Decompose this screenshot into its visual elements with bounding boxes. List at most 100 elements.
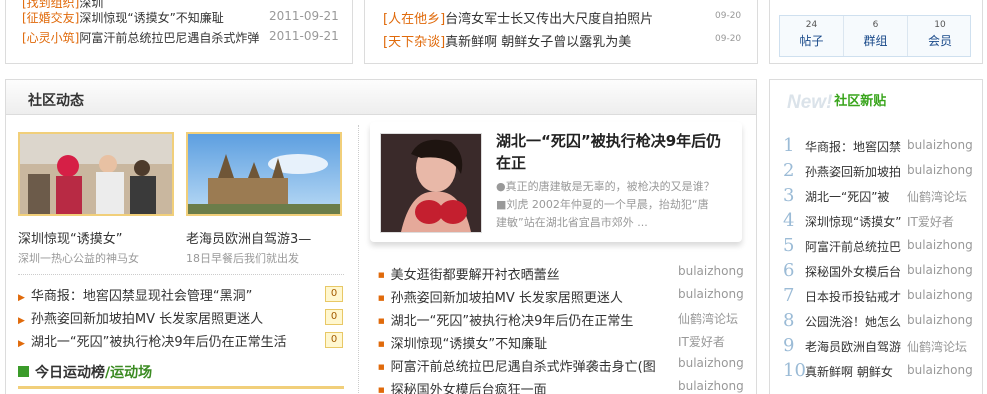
rank-number: 10 [783, 360, 806, 381]
category-tag[interactable]: [人在他乡] [383, 12, 445, 27]
item-author[interactable]: bulaizhong [678, 379, 744, 393]
rank-number: 9 [783, 335, 795, 356]
bullet-icon: ■ [378, 363, 385, 371]
item-title[interactable]: 湖北一“死囚”被执行枪决9年后仍在正常生 [391, 314, 634, 329]
list-item[interactable]: ■ 探秘国外女模后台疯狂一面 bulaizhong [378, 379, 744, 394]
item-author[interactable]: bulaizhong [907, 238, 973, 252]
item-title[interactable]: 阿富汗前总统拉巴 [805, 240, 901, 254]
item-author[interactable]: bulaizhong [907, 138, 973, 152]
grid-icon [18, 366, 29, 377]
new-post-item[interactable]: 8 公园洗浴！她怎么 bulaizhong [783, 310, 973, 331]
category-tag[interactable]: [心灵小筑] [22, 31, 79, 45]
list-item[interactable]: ■ 深圳惊现“诱摸女”不知廉耻 IT爱好者 [378, 333, 725, 352]
item-author[interactable]: bulaizhong [907, 163, 973, 177]
photo-caption[interactable]: 深圳惊现“诱摸女” [18, 228, 122, 247]
list-item[interactable]: ▶ 孙燕姿回新加坡拍MV 长发家居照更迷人 [18, 308, 263, 327]
list-item[interactable]: ■ 美女逛街都要解开衬衣晒蕾丝 bulaizhong [378, 264, 744, 283]
item-title[interactable]: 美女逛街都要解开衬衣晒蕾丝 [391, 268, 560, 283]
stat-number: 10 [934, 20, 946, 30]
category-tag[interactable]: [天下杂谈] [383, 35, 445, 50]
reply-count-badge: 0 [325, 332, 343, 348]
item-title[interactable]: 深圳惊现“诱摸女” [805, 215, 901, 229]
item-title[interactable]: 真新鲜啊 朝鲜女 [805, 365, 893, 379]
new-post-item[interactable]: 5 阿富汗前总统拉巴 bulaizhong [783, 235, 973, 256]
photo-caption[interactable]: 老海员欧洲自驾游3— [186, 228, 311, 247]
item-author[interactable]: bulaizhong [907, 363, 973, 377]
item-title[interactable]: 公园洗浴！她怎么 [805, 315, 901, 329]
item-author[interactable]: 仙鹤湾论坛 [907, 338, 967, 355]
arrow-icon: ▶ [18, 339, 25, 349]
thread-date: 2011-09-21 [269, 29, 339, 43]
item-author[interactable]: bulaizhong [678, 264, 744, 278]
stat-label[interactable]: 群组 [844, 32, 907, 49]
new-post-item[interactable]: 1 华商报：地窖囚禁 bulaizhong [783, 135, 973, 156]
item-title[interactable]: 老海员欧洲自驾游 [805, 340, 901, 354]
stat-groups[interactable]: 6 群组 [844, 16, 908, 56]
photo-summary: 深圳一热心公益的神马女 [18, 252, 139, 265]
item-author[interactable]: 仙鹤湾论坛 [678, 310, 738, 327]
item-title[interactable]: 深圳惊现“诱摸女”不知廉耻 [391, 337, 547, 352]
bullet-icon: ■ [378, 340, 385, 348]
thread-title[interactable]: 阿富汗前总统拉巴尼遇自杀式炸弹 [79, 31, 259, 45]
ranking-underline [18, 386, 344, 389]
new-post-item[interactable]: 9 老海员欧洲自驾游 仙鹤湾论坛 [783, 335, 967, 356]
reply-count-badge: 0 [325, 286, 343, 302]
item-author[interactable]: bulaizhong [907, 263, 973, 277]
item-title[interactable]: 孙燕姿回新加坡拍MV 长发家居照更迷人 [391, 291, 623, 306]
new-posts-title: 社区新贴 [834, 94, 887, 109]
list-item[interactable]: ■ 阿富汗前总统拉巴尼遇自杀式炸弹袭击身亡(图 bulaizhong [378, 356, 744, 375]
item-author[interactable]: bulaizhong [678, 287, 744, 301]
list-item[interactable]: ■ 湖北一“死囚”被执行枪决9年后仍在正常生 仙鹤湾论坛 [378, 310, 738, 329]
list-item[interactable]: ▶ 华商报：地窖囚禁显现社会管理“黑洞” [18, 285, 252, 304]
feature-thumbnail[interactable] [380, 133, 482, 233]
item-title[interactable]: 日本投币投钻戒才 [805, 290, 901, 304]
item-title[interactable]: 探秘国外女模后台 [805, 265, 901, 279]
top-left-row[interactable]: [心灵小筑]阿富汗前总统拉巴尼遇自杀式炸弹 2011-09-21 [22, 29, 339, 46]
rank-number: 5 [783, 235, 795, 256]
top-mid-row[interactable]: [人在他乡]台湾女军士长又传出大尺度自拍照片 09-20 [383, 8, 741, 27]
list-item[interactable]: ■ 孙燕姿回新加坡拍MV 长发家居照更迷人 bulaizhong [378, 287, 744, 306]
top-mid-row[interactable]: [天下杂谈]真新鲜啊 朝鲜女子曾以露乳为美 09-20 [383, 31, 741, 50]
category-tag[interactable]: [征婚交友] [22, 11, 79, 25]
stat-label[interactable]: 会员 [908, 32, 972, 49]
item-title[interactable]: 阿富汗前总统拉巴尼遇自杀式炸弹袭击身亡(图 [391, 360, 656, 375]
stat-members[interactable]: 10 会员 [908, 16, 972, 56]
rank-number: 6 [783, 260, 795, 281]
item-title[interactable]: 华商报：地窖囚禁 [805, 140, 901, 154]
item-author[interactable]: 仙鹤湾论坛 [907, 188, 967, 205]
rank-number: 1 [783, 135, 795, 156]
thread-date: 09-20 [715, 34, 742, 44]
item-author[interactable]: IT爱好者 [907, 213, 954, 230]
thread-title[interactable]: 真新鲜啊 朝鲜女子曾以露乳为美 [445, 35, 631, 50]
stat-posts[interactable]: 24 帖子 [780, 16, 844, 56]
new-post-item[interactable]: 7 日本投币投钻戒才 bulaizhong [783, 285, 973, 306]
item-title[interactable]: 孙燕姿回新加坡拍MV 长发家居照更迷人 [31, 312, 263, 327]
new-post-item[interactable]: 6 探秘国外女模后台 bulaizhong [783, 260, 973, 281]
photo-thumbnail[interactable] [18, 132, 174, 216]
item-title[interactable]: 湖北一“死囚”被 [805, 190, 889, 204]
item-title[interactable]: 探秘国外女模后台疯狂一面 [391, 383, 547, 394]
new-post-item[interactable]: 3 湖北一“死囚”被 仙鹤湾论坛 [783, 185, 967, 206]
thread-title[interactable]: 台湾女军士长又传出大尺度自拍照片 [445, 12, 653, 27]
community-header: 社区动态 [5, 79, 757, 115]
rank-number: 3 [783, 185, 795, 206]
new-post-item[interactable]: 4 深圳惊现“诱摸女” IT爱好者 [783, 210, 954, 231]
list-item[interactable]: ▶ 湖北一“死囚”被执行枪决9年后仍在正常生活 [18, 331, 287, 350]
new-post-item[interactable]: 10真新鲜啊 朝鲜女 bulaizhong [783, 360, 973, 381]
item-author[interactable]: bulaizhong [907, 313, 973, 327]
new-post-item[interactable]: 2 孙燕姿回新加坡拍 bulaizhong [783, 160, 973, 181]
item-author[interactable]: bulaizhong [907, 288, 973, 302]
feature-title[interactable]: 湖北一“死囚”被执行枪决9年后仍在正 [496, 130, 736, 174]
item-author[interactable]: IT爱好者 [678, 333, 725, 350]
column-divider [358, 125, 359, 394]
stat-label[interactable]: 帖子 [780, 32, 843, 49]
item-author[interactable]: bulaizhong [678, 356, 744, 370]
photo-thumbnail[interactable] [186, 132, 342, 216]
top-left-row[interactable]: [征婚交友]深圳惊现“诱摸女”不知廉耻 2011-09-21 [22, 9, 339, 26]
item-title[interactable]: 孙燕姿回新加坡拍 [805, 165, 901, 179]
rank-number: 2 [783, 160, 795, 181]
item-title[interactable]: 华商报：地窖囚禁显现社会管理“黑洞” [31, 289, 252, 304]
thread-title[interactable]: 深圳惊现“诱摸女”不知廉耻 [79, 11, 223, 25]
item-title[interactable]: 湖北一“死囚”被执行枪决9年后仍在正常生活 [31, 335, 287, 350]
ranking-link[interactable]: /运动场 [105, 365, 152, 381]
